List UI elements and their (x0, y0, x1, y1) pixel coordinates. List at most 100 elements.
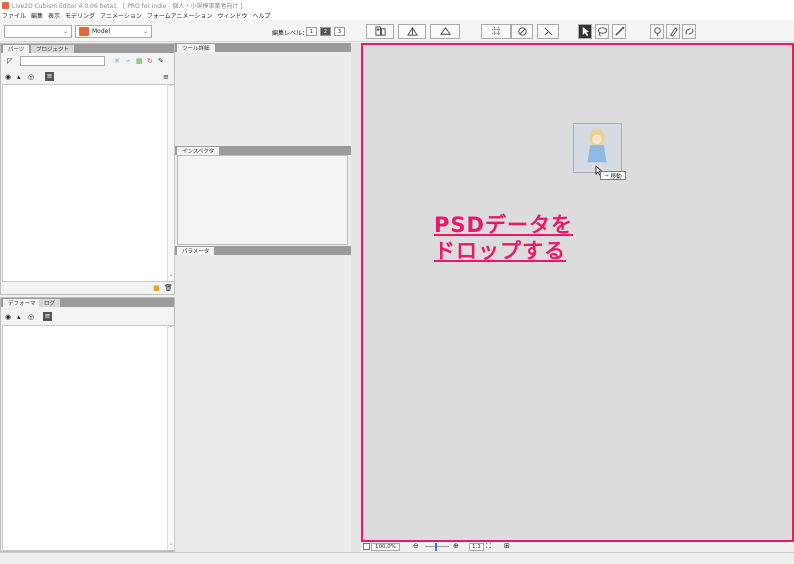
tab-inspector[interactable]: インスペクタ (177, 147, 220, 155)
link-tool-button[interactable] (682, 24, 696, 39)
bottom-status-bar (0, 552, 794, 564)
panel-splitter[interactable] (351, 43, 361, 552)
middle-panels: ツール詳細 インスペクタ パラメータ (175, 43, 351, 552)
move-label-text: 移動 (610, 173, 622, 180)
lasso-icon (597, 27, 607, 37)
list-view-icon[interactable]: ≡ (45, 72, 54, 81)
select-tool-button[interactable] (578, 24, 592, 39)
deformer-scrollbar[interactable]: ˄ ˅ (167, 326, 174, 550)
edit-level-1-button[interactable]: 1 (306, 27, 317, 36)
tab-tool-detail[interactable]: ツール詳細 (177, 44, 215, 52)
inspector-content (177, 155, 348, 245)
pen-icon (669, 27, 678, 37)
auto-mesh-icon (439, 27, 451, 35)
edit-level-label: 編集レベル： (272, 30, 309, 37)
link-icon (685, 28, 693, 35)
filter-icon[interactable]: ◸ (7, 57, 12, 66)
arrow-right-icon: → (604, 172, 609, 179)
person-icon (374, 26, 386, 36)
drop-instruction-line1: PSDデータを (434, 213, 573, 237)
menu-bar: ファイル 編集 表示 モデリング アニメーション フォームアニメーション ウィン… (0, 10, 794, 20)
parts-tabstrip: パーツ プロジェクト (1, 44, 174, 53)
fit-screen-icon[interactable]: ⛶ (486, 542, 491, 551)
grid-icon (491, 26, 501, 37)
inspector-header: インスペクタ (175, 146, 351, 155)
model-view-button[interactable] (366, 24, 394, 39)
tab-project[interactable]: プロジェクト (31, 45, 75, 53)
drop-instruction-line2: ドロップする (434, 239, 566, 263)
list-view-icon[interactable]: ≡ (43, 312, 52, 321)
app-logo-icon (2, 1, 9, 9)
zoom-out-icon[interactable]: ⊖ (413, 542, 419, 550)
mesh-icon (406, 26, 418, 36)
tab-parameter[interactable]: パラメータ (177, 247, 215, 255)
actual-size-button[interactable]: 1:1 (469, 543, 484, 551)
parts-list: ˄ ˅ (2, 84, 175, 282)
frame-icon[interactable]: ⊞ (504, 542, 510, 550)
menu-view[interactable]: 表示 (48, 11, 60, 20)
tool-detail-header: ツール詳細 (175, 43, 351, 52)
lasso-tool-button[interactable] (595, 24, 609, 39)
menu-form-animation[interactable]: フォームアニメーション (147, 11, 213, 20)
grid-button[interactable] (481, 24, 511, 39)
canvas-drop-area[interactable]: PSDデータを ドロップする → 移動 (361, 43, 794, 542)
glue-button[interactable] (511, 24, 533, 39)
zoom-slider-thumb[interactable] (435, 543, 437, 551)
zoom-value[interactable]: 100.0% (371, 543, 400, 551)
deformer-tabstrip: デフォーマ ログ (1, 298, 174, 307)
deform-button[interactable] (537, 24, 559, 39)
lock-icon[interactable]: ▴ (17, 313, 21, 322)
auto-mesh-button[interactable] (430, 24, 460, 39)
parts-panel: パーツ プロジェクト ◸ ✕ ∽ ▦ ↻ ✎ ◉ ▴ ◎ ≡ ≡ ˄ ˅ ■ 🗑 (0, 43, 175, 295)
menu-window[interactable]: ウィンドウ (217, 11, 247, 20)
edit-level-3-button[interactable]: 3 (334, 27, 345, 36)
main-toolbar: ⌄ Model ⌄ 編集レベル： 1 2 3 (0, 21, 794, 42)
trash-icon[interactable]: 🗑 (164, 284, 173, 293)
pen-tool-button[interactable] (666, 24, 680, 39)
parts-search-input[interactable] (20, 56, 105, 66)
lock-icon[interactable]: ▴ (17, 73, 21, 82)
deformer-panel: デフォーマ ログ ◉ ▴ ◎ ≡ ˄ ˅ (0, 297, 175, 552)
canvas-statusbar: 100.0% ⊖ ⊕ 1:1 ⛶ ⊞ (361, 542, 794, 552)
zoom-slider-track[interactable] (425, 546, 449, 547)
grid-icon[interactable]: ▦ (136, 57, 143, 66)
link-icon[interactable]: ∽ (125, 57, 131, 66)
brush-icon (614, 26, 624, 36)
drop-instruction: PSDデータを ドロップする (434, 212, 573, 264)
brush-tool-button[interactable] (612, 24, 626, 39)
menu-help[interactable]: ヘルプ (252, 11, 270, 20)
new-part-icon[interactable]: ✕ (114, 57, 120, 66)
mesh-edit-button[interactable] (398, 24, 426, 39)
play-circle-icon[interactable]: ◎ (28, 73, 34, 82)
menu-modeling[interactable]: モデリング (65, 11, 95, 20)
arrow-cursor-icon (582, 26, 589, 37)
menu-file[interactable]: ファイル (2, 11, 26, 20)
menu-icon[interactable]: ≡ (163, 73, 169, 82)
folder-icon[interactable]: ■ (153, 284, 160, 293)
menu-animation[interactable]: アニメーション (100, 11, 142, 20)
refresh-icon[interactable]: ↻ (147, 57, 153, 66)
pin-icon (653, 27, 661, 37)
menu-edit[interactable]: 編集 (31, 11, 43, 20)
title-bar: Live2D Cubism Editor 4.0.06 beta1 [ PRO … (0, 0, 794, 10)
window-title: Live2D Cubism Editor 4.0.06 beta1 [ PRO … (12, 2, 243, 10)
tab-log[interactable]: ログ (39, 299, 61, 307)
model-select[interactable]: Model ⌄ (75, 25, 152, 38)
model-icon (79, 27, 89, 36)
deformer-list: ˄ ˅ (2, 325, 175, 551)
edit-level-2-button[interactable]: 2 (320, 27, 331, 36)
parameter-header: パラメータ (175, 246, 351, 255)
workspace-select[interactable]: ⌄ (4, 25, 72, 38)
play-circle-icon[interactable]: ◎ (28, 313, 34, 322)
tab-parts[interactable]: パーツ (3, 45, 30, 53)
chevron-down-icon: ⌄ (62, 28, 68, 35)
move-drop-tooltip: → 移動 (600, 171, 626, 180)
pin-tool-button[interactable] (650, 24, 664, 39)
zoom-in-icon[interactable]: ⊕ (453, 542, 459, 550)
eye-icon[interactable]: ◉ (5, 313, 11, 322)
tab-deformer[interactable]: デフォーマ (3, 299, 41, 307)
eye-icon[interactable]: ◉ (5, 73, 11, 82)
parts-scrollbar[interactable]: ˄ ˅ (167, 85, 174, 281)
pin-icon[interactable]: ✎ (158, 57, 164, 66)
fit-checkbox[interactable] (363, 543, 370, 550)
